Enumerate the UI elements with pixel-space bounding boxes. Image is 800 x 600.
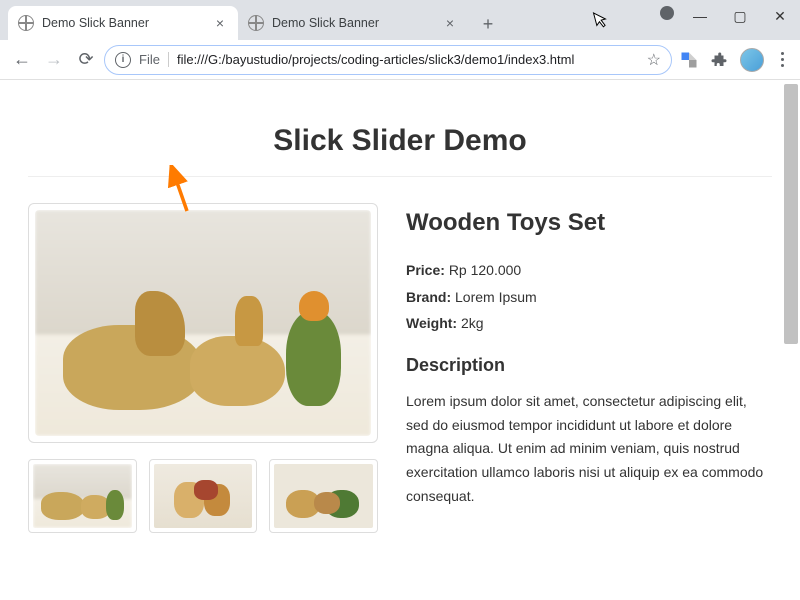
thumbnail-2[interactable] [149,459,258,533]
bookmark-star-icon[interactable]: ☆ [647,50,661,70]
window-titlebar: Demo Slick Banner × Demo Slick Banner × … [0,0,800,40]
globe-icon [18,15,34,31]
globe-icon [248,15,264,31]
address-bar[interactable]: i File file:///G:/bayustudio/projects/co… [104,45,672,75]
close-tab-icon[interactable]: × [442,15,458,31]
brand-value: Lorem Ipsum [455,289,537,305]
product-details: Wooden Toys Set Price: Rp 120.000 Brand:… [406,203,772,533]
forward-button[interactable]: → [40,46,68,74]
vertical-scrollbar[interactable] [784,84,798,344]
translate-extension-icon[interactable] [676,51,702,69]
main-product-image[interactable] [28,203,378,443]
url-text: file:///G:/bayustudio/projects/coding-ar… [177,52,639,67]
thumbnail-3[interactable] [269,459,378,533]
description-body: Lorem ipsum dolor sit amet, consectetur … [406,390,772,509]
divider [28,176,772,177]
back-button[interactable]: ← [8,46,36,74]
minimize-button[interactable]: — [680,4,720,28]
price-value: Rp 120.000 [449,262,521,278]
browser-menu-button[interactable] [772,52,792,67]
close-window-button[interactable]: ✕ [760,4,800,28]
brand-label: Brand: [406,289,451,305]
tab-title: Demo Slick Banner [272,16,434,30]
maximize-button[interactable]: ▢ [720,4,760,28]
close-tab-icon[interactable]: × [212,15,228,31]
product-name: Wooden Toys Set [406,209,772,237]
product-meta: Price: Rp 120.000 Brand: Lorem Ipsum Wei… [406,257,772,337]
profile-avatar[interactable] [740,48,764,72]
description-heading: Description [406,355,772,376]
browser-tab-2[interactable]: Demo Slick Banner × [238,6,468,40]
browser-tab-1[interactable]: Demo Slick Banner × [8,6,238,40]
weight-label: Weight: [406,315,457,331]
extensions-icon[interactable] [706,51,732,69]
page-content: Slick Slider Demo [0,80,800,533]
thumbnail-row [28,459,378,533]
browser-toolbar: ← → ⟳ i File file:///G:/bayustudio/proje… [0,40,800,80]
thumbnail-1[interactable] [28,459,137,533]
new-tab-button[interactable]: + [474,10,502,38]
price-label: Price: [406,262,445,278]
site-info-icon[interactable]: i [115,52,131,68]
product-section: Wooden Toys Set Price: Rp 120.000 Brand:… [28,203,772,533]
page-title: Slick Slider Demo [28,124,772,158]
window-controls: — ▢ ✕ [660,0,800,40]
profile-indicator-icon[interactable] [660,6,674,20]
tab-title: Demo Slick Banner [42,16,204,30]
page-viewport: Slick Slider Demo [0,80,800,600]
reload-button[interactable]: ⟳ [72,46,100,74]
weight-value: 2kg [461,315,484,331]
url-scheme: File [139,52,169,67]
product-gallery [28,203,378,533]
